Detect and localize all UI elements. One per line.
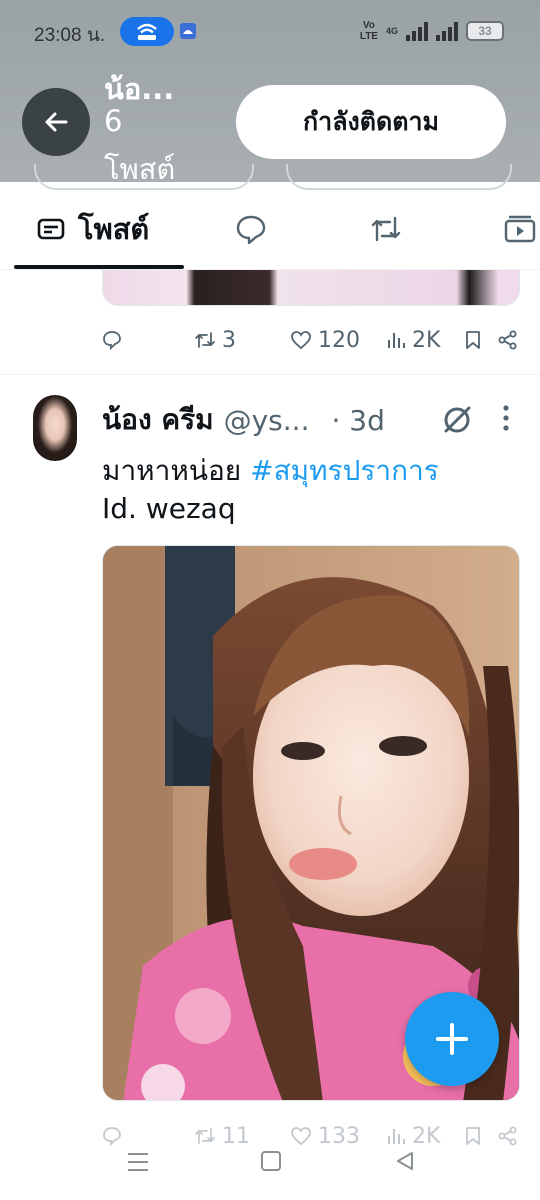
views-icon	[388, 333, 405, 348]
post-divider	[0, 374, 540, 375]
author-handle[interactable]: @ys...	[224, 404, 310, 437]
heart-icon	[291, 331, 311, 350]
battery-icon: 33	[466, 21, 504, 41]
previous-post-image[interactable]	[102, 270, 520, 306]
post-text-line1: มาหาหน่อย	[102, 454, 242, 487]
network-type: 4G	[385, 26, 398, 36]
reply-icon	[103, 331, 121, 350]
signal-icon	[406, 21, 428, 41]
active-tab-indicator	[14, 265, 184, 269]
status-time: 23:08 น.	[34, 25, 106, 46]
reposts-icon	[371, 216, 401, 242]
hidden-pill-left	[34, 164, 254, 190]
hashtag-link[interactable]: #สมุทรปราการ	[250, 454, 439, 487]
grok-icon[interactable]	[440, 403, 474, 437]
system-nav-bar	[0, 1140, 540, 1186]
post-header: น้อง ครีม @ys... · 3d	[102, 400, 385, 440]
profile-tabs: โพสต์	[0, 188, 540, 270]
posts-icon	[37, 218, 65, 240]
reply-button[interactable]	[102, 322, 122, 358]
post-text: มาหาหน่อย #สมุทรปราการ Id. wezaq	[102, 452, 522, 528]
tab-reposts[interactable]	[368, 188, 404, 270]
tab-media[interactable]	[504, 188, 540, 270]
more-icon[interactable]	[502, 404, 510, 432]
status-bar: 23:08 น. Vo LTE 4G 33	[0, 0, 540, 64]
back-button[interactable]	[22, 88, 90, 156]
media-icon	[504, 215, 536, 243]
post-time: · 3d	[331, 403, 385, 437]
android-icon	[180, 23, 196, 39]
repost-icon	[195, 332, 215, 348]
back-nav-icon[interactable]	[394, 1150, 416, 1172]
bookmark-button[interactable]	[464, 322, 482, 358]
compose-button[interactable]	[405, 992, 499, 1086]
hidden-pill-right	[286, 164, 512, 190]
repost-count: 3	[222, 327, 236, 353]
views-button[interactable]: 2K	[386, 322, 440, 358]
like-button[interactable]: 120	[290, 322, 360, 358]
replies-icon	[236, 215, 266, 245]
following-button[interactable]: กำลังติดตาม	[236, 85, 506, 159]
view-count: 2K	[412, 327, 441, 353]
tab-replies[interactable]	[234, 188, 268, 270]
tab-posts[interactable]: โพสต์	[36, 188, 149, 270]
share-icon	[498, 330, 517, 350]
post-count: 6	[104, 104, 123, 138]
arrow-left-icon	[45, 112, 68, 132]
bookmark-icon	[466, 331, 480, 349]
plus-icon	[436, 1023, 468, 1055]
tab-posts-label: โพสต์	[78, 212, 150, 246]
home-icon[interactable]	[260, 1150, 282, 1172]
volte-indicator: Vo LTE	[359, 20, 378, 42]
previous-post-actions: 3 120 2K	[102, 322, 520, 358]
signal-icon-2	[436, 21, 458, 41]
avatar[interactable]	[33, 395, 77, 461]
share-button[interactable]	[498, 322, 518, 358]
recents-icon[interactable]	[126, 1150, 150, 1174]
post-text-line2: Id. wezaq	[102, 492, 236, 525]
repost-button[interactable]: 3	[194, 322, 236, 358]
hotspot-pill	[120, 17, 174, 46]
like-count: 120	[318, 327, 360, 353]
author-name[interactable]: น้อง ครีม	[102, 398, 214, 442]
